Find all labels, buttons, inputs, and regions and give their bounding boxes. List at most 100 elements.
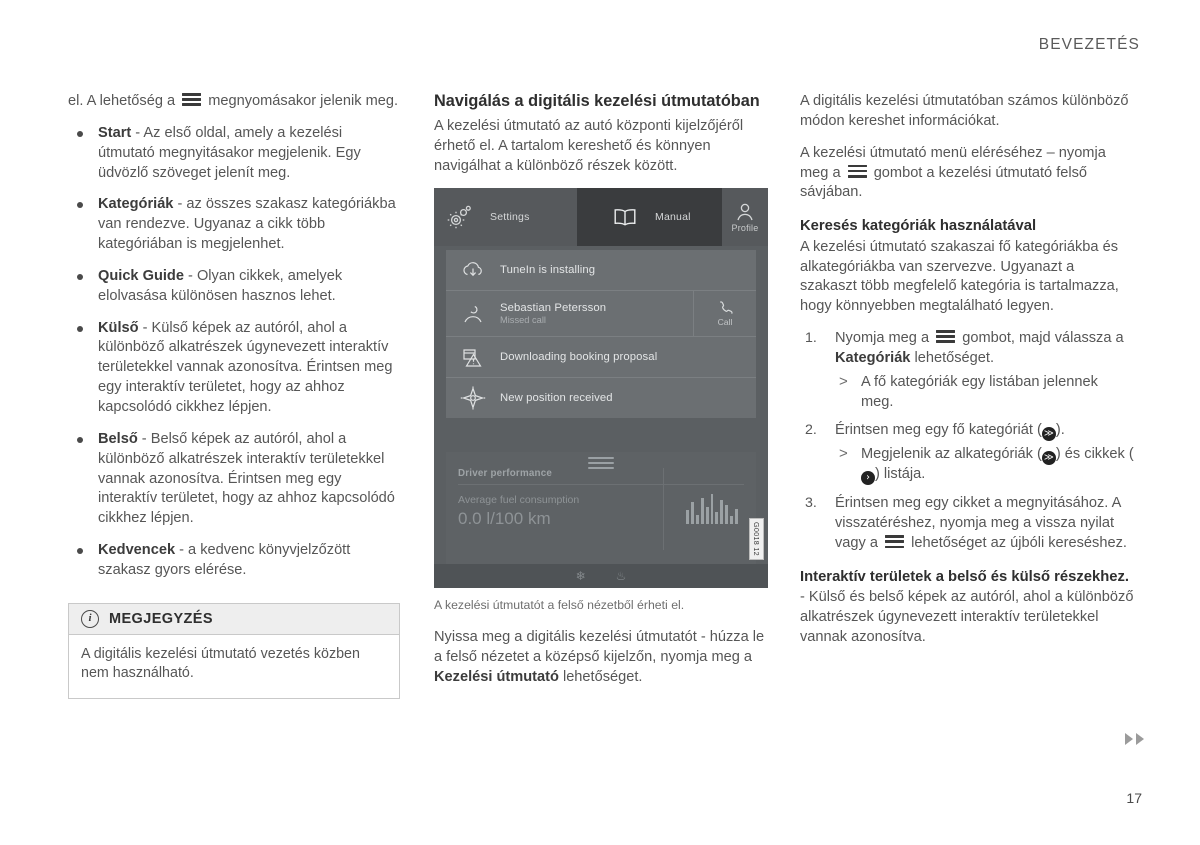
step2-sub-b: ) és cikkek ( (1055, 446, 1134, 463)
notification-text: TuneIn is installing (500, 264, 756, 276)
climate-bar[interactable]: ❄ ♨ (434, 564, 768, 589)
interactive-areas-paragraph: - Külső és belső képek az autóról, ahol … (800, 589, 1134, 646)
bullet-text: - Külső képek az autóról, ahol a különbö… (98, 319, 393, 415)
notification-title: Downloading booking proposal (500, 351, 658, 364)
list-item: Külső - Külső képek az autóról, ahol a k… (68, 319, 402, 418)
contact-icon (446, 303, 500, 325)
person-icon (735, 202, 755, 222)
closing-bold-term: Kezelési útmutató (434, 669, 559, 686)
menu-access-paragraph: A kezelési útmutató menü eléréséhez – ny… (800, 144, 1134, 204)
top-bar-settings-button[interactable]: Settings (434, 188, 577, 246)
driver-performance-panel[interactable]: Driver performance Average fuel consumpt… (446, 452, 756, 565)
navigation-lead-paragraph: A kezelési útmutató az autó központi kij… (434, 117, 744, 174)
list-item: Kedvencek - a kedvenc könyvjelzőzött sza… (68, 541, 402, 581)
settings-label: Settings (490, 211, 530, 224)
triangle-right-icon (1136, 733, 1144, 745)
step3-text-b: lehetőséget az újbóli kereséshez. (911, 535, 1127, 552)
seat-heat-icon[interactable]: ♨ (616, 569, 627, 583)
hamburger-menu-icon (936, 330, 956, 344)
list-item: Belső - Belső képek az autóról, ahol a k… (68, 430, 402, 529)
bar-chart-icon (686, 490, 738, 525)
left-column: el. A lehetőség a megnyomásakor jelenik … (68, 92, 402, 699)
search-intro-paragraph: A digitális kezelési útmutatóban számos … (800, 93, 1129, 129)
list-item: Quick Guide - Olyan cikkek, amelyek elol… (68, 267, 402, 307)
notification-text: Sebastian Petersson Missed call (500, 302, 693, 325)
notification-call-button[interactable]: Call (693, 291, 756, 337)
hamburger-menu-icon (885, 535, 905, 549)
panel-value: 0.0 l/100 km (458, 509, 551, 529)
section-heading-navigation: Navigálás a digitális kezelési útmutatób… (434, 92, 760, 110)
notification-row-position[interactable]: New position received (446, 378, 756, 419)
bullet-text: - Az első oldal, amely a kezelési útmuta… (98, 124, 361, 181)
hamburger-menu-icon (847, 164, 867, 178)
closing-text-before: Nyissa meg a digitális kezelési útmutató… (434, 629, 765, 666)
double-chevron-badge-icon: ≫ (1041, 451, 1056, 466)
list-item: Start - Az első oldal, amely a kezelési … (68, 124, 402, 184)
center-display-screenshot: Settings Manual Profile TuneIn is instal… (434, 188, 768, 589)
list-item: A fő kategóriák egy listában jelennek me… (835, 372, 1134, 413)
menu-access-after: gombot a kezelési útmutató felső sávjába… (800, 164, 1088, 201)
notification-row-booking[interactable]: Downloading booking proposal (446, 337, 756, 379)
search-steps-list: Nyomja meg a gombot, majd válassza a Kat… (800, 329, 1134, 554)
intro-paragraph: el. A lehetőség a megnyomásakor jelenik … (68, 92, 402, 112)
step1-tail: lehetőséget. (910, 349, 995, 366)
page-number: 17 (1126, 790, 1142, 806)
note-header: i MEGJEGYZÉS (69, 603, 399, 635)
gear-icon (446, 205, 472, 229)
book-icon (613, 208, 637, 226)
bullet-term: Quick Guide (98, 267, 184, 284)
cloud-download-icon (446, 260, 500, 280)
notification-list: TuneIn is installing Sebastian Petersson… (446, 250, 756, 419)
step2-text-b: ). (1055, 422, 1065, 439)
step1-bold: Kategóriák (835, 349, 911, 366)
profile-label: Profile (731, 222, 759, 233)
fan-icon[interactable]: ❄ (576, 569, 586, 583)
single-chevron-badge-icon: › (861, 471, 875, 486)
compass-icon (446, 386, 500, 410)
notification-text: Downloading booking proposal (500, 351, 756, 363)
image-reference-code: G0018 12 (749, 518, 764, 561)
info-circle-icon: i (81, 609, 99, 628)
bullet-term: Kedvencek (98, 542, 176, 559)
middle-column: Navigálás a digitális kezelési útmutatób… (434, 92, 768, 700)
step2-text-a: Érintsen meg egy fő kategóriát ( (835, 422, 1042, 439)
section-heading-search-categories: Keresés kategóriák használatával (800, 218, 1037, 235)
notification-title: TuneIn is installing (500, 264, 596, 277)
search-categories-paragraph: A kezelési útmutató szakaszai fő kategór… (800, 238, 1119, 315)
next-page-arrows[interactable] (1125, 733, 1144, 745)
top-bar-manual-button[interactable]: Manual (577, 188, 722, 247)
bullet-term: Belső (98, 430, 138, 447)
list-item: Kategóriák - az összes szakasz kategóriá… (68, 195, 402, 255)
drag-handle-icon[interactable] (588, 457, 614, 472)
top-bar-profile-button[interactable]: Profile (722, 188, 768, 246)
hamburger-menu-icon (182, 93, 202, 106)
triangle-right-icon (1125, 733, 1133, 745)
step1-after: gombot, majd válassza a (962, 330, 1124, 347)
closing-text-after: lehetőséget. (558, 669, 643, 686)
right-column: A digitális kezelési útmutatóban számos … (800, 92, 1134, 660)
notification-text: New position received (500, 392, 756, 404)
panel-vertical-divider (663, 468, 664, 551)
call-label: Call (717, 317, 733, 328)
double-chevron-badge-icon: ≫ (1041, 427, 1056, 442)
list-item: Érintsen meg egy cikket a megnyitásához.… (800, 494, 1134, 554)
feature-bullet-list: Start - Az első oldal, amely a kezelési … (68, 124, 402, 581)
notification-row-missed-call[interactable]: Sebastian Petersson Missed call Call (446, 291, 756, 338)
bullet-term: Kategóriák (98, 196, 174, 213)
note-title: MEGJEGYZÉS (109, 610, 213, 627)
manual-label: Manual (655, 211, 691, 224)
figure-caption: A kezelési útmutatót a felső nézetből ér… (434, 598, 685, 613)
notification-row-tunein[interactable]: TuneIn is installing (446, 250, 756, 292)
page-header-title: BEVEZETÉS (1038, 36, 1140, 53)
panel-subtitle: Average fuel consumption (458, 494, 580, 507)
intro-text-after: megnyomásakor jelenik meg. (208, 93, 399, 109)
step2-sub-c: ) listája. (875, 466, 926, 483)
intro-text-before: el. A lehetőség a (68, 93, 176, 109)
panel-title: Driver performance (458, 468, 552, 480)
list-item: Nyomja meg a gombot, majd válassza a Kat… (800, 329, 1134, 412)
list-item: Érintsen meg egy fő kategóriát (≫). Megj… (800, 421, 1134, 486)
calendar-warning-icon (446, 346, 500, 368)
bullet-term: Start (98, 124, 132, 141)
step1-substeps: A fő kategóriák egy listában jelennek me… (835, 372, 1134, 413)
notification-title: New position received (500, 392, 613, 405)
